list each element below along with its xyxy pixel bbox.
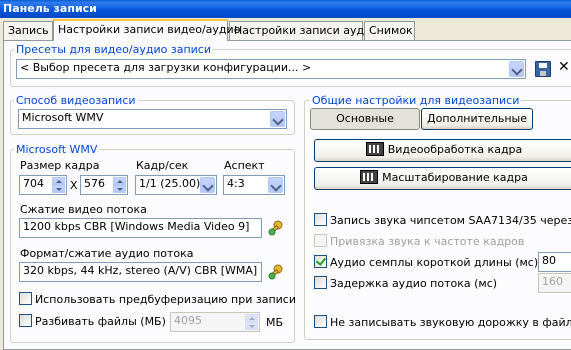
prebuffer-checkbox[interactable] [19, 292, 32, 305]
short-samples-checkbox[interactable] [314, 255, 327, 268]
tab-label: Настройки записи аудио [234, 24, 378, 37]
chevron-down-icon[interactable] [268, 177, 283, 193]
video-compression-field[interactable]: 1200 kbps CBR [Windows Media Video 9] [19, 218, 262, 238]
tab-label: Настройки записи видео/аудио [58, 23, 241, 36]
tab-record[interactable]: Запись [3, 21, 53, 40]
video-processing-label: Видеообработка кадра [387, 143, 523, 156]
spin-up-icon[interactable] [245, 314, 258, 322]
tab-advanced-button[interactable]: Дополнительные [421, 108, 533, 130]
tab-snapshot[interactable]: Снимок [364, 21, 415, 40]
split-size-value: 4095 [174, 314, 202, 327]
spin-up-icon[interactable] [113, 177, 126, 185]
tab-label: Снимок [369, 24, 413, 37]
saa-audio-checkbox[interactable] [314, 213, 327, 226]
split-size-spinner[interactable] [245, 314, 258, 330]
fps-select[interactable]: 1/1 (25.00) [135, 175, 217, 195]
frame-size-label: Размер кадра [20, 159, 100, 172]
split-files-checkbox[interactable] [19, 314, 32, 327]
split-size-unit: МБ [266, 316, 284, 329]
short-samples-input[interactable]: 80 [538, 252, 571, 272]
chevron-down-icon[interactable] [509, 61, 524, 77]
fps-value: 1/1 (25.00) [139, 177, 201, 190]
aspect-select[interactable]: 4:3 [223, 175, 285, 195]
general-settings-title: Общие настройки для видеозаписи [310, 94, 522, 107]
key-icon[interactable] [268, 220, 284, 236]
fps-label: Кадр/сек [136, 159, 189, 172]
audio-format-label: Формат/сжатие аудио потока [20, 247, 194, 260]
video-compression-label: Сжатие видео потока [20, 203, 147, 216]
wmv-group-title: Microsoft WMV [14, 143, 100, 156]
frame-width-input[interactable]: 704 [19, 175, 67, 195]
spin-down-icon[interactable] [245, 322, 258, 330]
video-processing-button[interactable]: Видеообработка кадра [314, 139, 571, 162]
presets-group-title: Пресеты для видео/аудио записи [14, 43, 213, 56]
audio-format-value: 320 kbps, 44 kHz, stereo (A/V) CBR [WMA] [23, 264, 258, 277]
tab-video-audio-settings[interactable]: Настройки записи видео/аудио [53, 19, 240, 41]
tab-basic-label: Основные [336, 112, 394, 125]
frame-height-input[interactable]: 576 [80, 175, 128, 195]
capture-method-select[interactable]: Microsoft WMV [18, 109, 287, 129]
split-files-label: Разбивать файлы (МБ) [35, 315, 166, 328]
spin-up-icon[interactable] [52, 177, 65, 185]
video-compression-value: 1200 kbps CBR [Windows Media Video 9] [23, 220, 250, 233]
bind-audio-label: Привязка звука к частоте кадров [330, 235, 525, 248]
no-audio-checkbox[interactable] [314, 315, 327, 328]
film-icon [365, 142, 384, 156]
window-title: Панель записи [3, 2, 97, 15]
audio-format-field[interactable]: 320 kbps, 44 kHz, stereo (A/V) CBR [WMA] [19, 262, 262, 282]
close-icon[interactable]: ✕ [558, 60, 570, 74]
tab-label: Запись [8, 24, 49, 37]
frame-width-value: 704 [23, 177, 44, 190]
prebuffer-label: Использовать предбуферизацию при записи [35, 293, 296, 306]
stream-delay-checkbox[interactable] [314, 276, 327, 289]
split-size-input[interactable]: 4095 [170, 312, 260, 332]
no-audio-label: Не записывать звуковую дорожку в файл [330, 316, 571, 329]
stream-delay-input[interactable]: 160 [538, 273, 571, 293]
capture-method-title: Способ видеозаписи [14, 94, 138, 107]
frame-height-spinner[interactable] [113, 177, 126, 193]
aspect-value: 4:3 [227, 177, 245, 190]
key-icon[interactable] [268, 264, 284, 280]
spin-down-icon[interactable] [52, 185, 65, 193]
saa-audio-label: Запись звука чипсетом SAA7134/35 через P… [330, 214, 571, 227]
frame-scaling-label: Масштабирование кадра [382, 171, 528, 184]
short-samples-value: 80 [542, 254, 556, 267]
frame-height-value: 576 [84, 177, 105, 190]
save-preset-icon[interactable] [535, 61, 551, 77]
short-samples-label: Аудио семплы короткой длины (мс) [330, 256, 539, 269]
window-title-bar: Панель записи [0, 0, 571, 18]
frame-scaling-button[interactable]: Масштабирование кадра [314, 167, 571, 190]
frame-size-separator: X [70, 179, 78, 192]
film-icon [360, 170, 379, 184]
stream-delay-label: Задержка аудио потока (мс) [330, 277, 498, 290]
preset-select[interactable]: < Выбор пресета для загрузки конфигураци… [16, 59, 526, 79]
chevron-down-icon[interactable] [270, 111, 285, 127]
spin-down-icon[interactable] [113, 185, 126, 193]
aspect-label: Аспект [224, 159, 265, 172]
tab-basic-button[interactable]: Основные [310, 108, 420, 130]
stream-delay-value: 160 [542, 275, 563, 288]
tab-audio-settings[interactable]: Настройки записи аудио [229, 21, 378, 40]
frame-width-spinner[interactable] [52, 177, 65, 193]
tab-advanced-label: Дополнительные [427, 112, 527, 125]
preset-select-value: < Выбор пресета для загрузки конфигураци… [20, 61, 312, 74]
chevron-down-icon[interactable] [200, 177, 215, 193]
capture-method-value: Microsoft WMV [22, 111, 104, 124]
bind-audio-checkbox[interactable] [314, 234, 327, 247]
